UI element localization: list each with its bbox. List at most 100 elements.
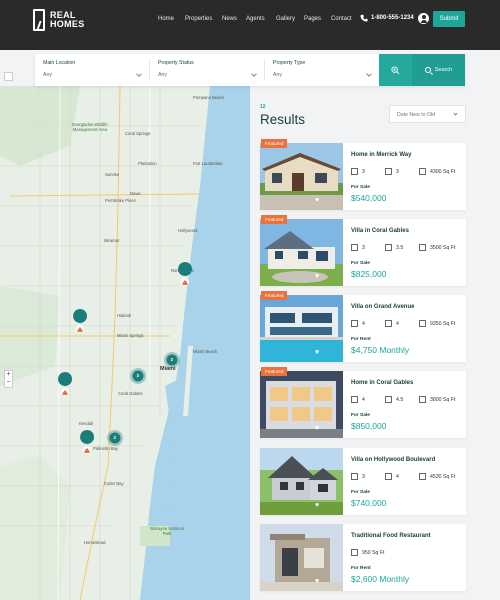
listing-features: 4 4.5 3800 Sq Ft — [351, 396, 461, 406]
listing-title[interactable]: Home in Merrick Way — [351, 152, 411, 158]
phone-icon — [360, 14, 368, 22]
heart-icon[interactable]: ♥ — [315, 578, 322, 585]
area-icon — [419, 244, 426, 251]
zoom-in-button[interactable]: + — [5, 371, 12, 379]
baths-feature: 3 — [385, 168, 399, 175]
nav-home[interactable]: Home — [158, 16, 174, 22]
listing-status: For Sale — [351, 185, 370, 190]
baths-feature: 4 — [385, 473, 399, 480]
heart-icon[interactable]: ♥ — [315, 197, 322, 204]
heart-icon[interactable]: ♥ — [315, 273, 322, 280]
property-type-select[interactable]: Property Type Any — [265, 54, 379, 86]
nav-news[interactable]: News — [222, 16, 237, 22]
results-count: 12 — [260, 104, 266, 110]
property-image[interactable]: ♥ — [260, 524, 343, 591]
baths-value: 4 — [396, 473, 399, 480]
area-icon — [419, 396, 426, 403]
bath-icon — [385, 396, 392, 403]
property-image[interactable]: ♥ — [260, 219, 343, 286]
field-value: Any — [273, 72, 282, 78]
zoom-out-button[interactable]: − — [5, 379, 12, 387]
map-marker-icon[interactable] — [178, 262, 193, 291]
map-marker-icon[interactable] — [73, 309, 88, 338]
area-feature: 4530 Sq Ft — [419, 473, 455, 480]
field-label: Main Location — [43, 60, 76, 66]
property-image[interactable]: ♥ — [260, 371, 343, 438]
nav-contact[interactable]: Contact — [331, 16, 352, 22]
listing-card[interactable]: ♥ Villa on Hollywood Boulevard 3 4 4530 … — [260, 448, 466, 515]
cluster-count[interactable]: 2 — [114, 435, 117, 440]
search-button[interactable]: Search — [412, 54, 465, 86]
listing-features: 950 Sq Ft — [351, 549, 461, 559]
search-form: Main Location Any Property Status Any Pr… — [35, 54, 465, 86]
property-status-select[interactable]: Property Status Any — [150, 54, 264, 86]
sort-select[interactable]: Date New to Old — [389, 105, 466, 123]
property-map[interactable]: Pompano Beach Everglades Wildlife Manage… — [0, 86, 250, 600]
nav-gallery[interactable]: Gallery — [276, 16, 295, 22]
area-value: 3800 Sq Ft — [430, 396, 456, 403]
field-value: Any — [158, 72, 167, 78]
field-label: Property Status — [158, 60, 194, 66]
heart-icon[interactable]: ♥ — [315, 425, 322, 432]
phone-number: 1-800-555-1234 — [371, 15, 414, 21]
submit-property-button[interactable]: Submit — [433, 11, 465, 27]
property-image[interactable]: ♥ — [260, 295, 343, 362]
area-icon — [419, 473, 426, 480]
property-image[interactable]: ♥ — [260, 448, 343, 515]
area-value: 4530 Sq Ft — [430, 473, 456, 480]
baths-feature: 4.5 — [385, 396, 403, 403]
featured-badge: Featured — [261, 367, 288, 376]
area-icon — [419, 320, 426, 327]
beds-value: 3 — [362, 244, 365, 251]
bath-icon — [385, 244, 392, 251]
area-feature: 950 Sq Ft — [351, 549, 385, 556]
heart-icon[interactable]: ♥ — [315, 502, 322, 509]
baths-value: 3.5 — [396, 244, 404, 251]
listing-title[interactable]: Traditional Food Restaurant — [351, 533, 431, 539]
listing-price: $825,000 — [351, 269, 387, 279]
listing-card[interactable]: ♥ Featured Home in Coral Gables 4 4.5 38… — [260, 367, 466, 438]
map-marker-icon[interactable] — [58, 372, 73, 401]
property-image[interactable]: ♥ — [260, 143, 343, 210]
area-feature: 9350 Sq Ft — [419, 320, 455, 327]
area-value: 4300 Sq Ft — [430, 168, 456, 175]
nav-pages[interactable]: Pages — [304, 16, 321, 22]
bed-icon — [351, 320, 358, 327]
listing-status: For Sale — [351, 413, 370, 418]
beds-feature: 3 — [351, 473, 365, 480]
listing-features: 3 3.5 3500 Sq Ft — [351, 244, 461, 254]
listing-title[interactable]: Home in Coral Gables — [351, 380, 413, 386]
listing-card[interactable]: ♥ Featured Villa in Coral Gables 3 3.5 3… — [260, 215, 466, 286]
beds-value: 3 — [362, 168, 365, 175]
results-header: 12 Results — [260, 104, 305, 127]
area-value: 950 Sq Ft — [362, 549, 385, 556]
bed-icon — [351, 473, 358, 480]
nav-agents[interactable]: Agents — [246, 16, 265, 22]
heart-icon[interactable]: ♥ — [315, 349, 322, 356]
listing-card[interactable]: ♥ Featured Villa on Grand Avenue 4 4 935… — [260, 291, 466, 362]
user-icon[interactable] — [418, 13, 429, 24]
bath-icon — [385, 473, 392, 480]
cluster-count[interactable]: 3 — [171, 357, 174, 362]
advanced-search-button[interactable] — [379, 54, 412, 86]
nav-properties[interactable]: Properties — [185, 16, 212, 22]
listing-card[interactable]: ♥ Traditional Food Restaurant 950 Sq Ft … — [260, 524, 466, 591]
listing-features: 3 3 4300 Sq Ft — [351, 168, 461, 178]
cluster-count[interactable]: 3 — [137, 373, 140, 378]
bed-icon — [351, 244, 358, 251]
zoom-control[interactable]: + − — [4, 370, 13, 388]
beds-value: 4 — [362, 396, 365, 403]
listing-card[interactable]: ♥ Featured Home in Merrick Way 3 3 4300 … — [260, 139, 466, 210]
fullscreen-icon[interactable] — [4, 72, 13, 81]
listing-price: $740,000 — [351, 498, 387, 508]
listing-title[interactable]: Villa in Coral Gables — [351, 228, 409, 234]
listing-features: 3 4 4530 Sq Ft — [351, 473, 461, 483]
bath-icon — [385, 168, 392, 175]
listing-title[interactable]: Villa on Grand Avenue — [351, 304, 414, 310]
listing-title[interactable]: Villa on Hollywood Boulevard — [351, 457, 435, 463]
bed-icon — [351, 168, 358, 175]
phone-link[interactable]: 1-800-555-1234 — [360, 14, 414, 22]
map-markers — [58, 262, 193, 459]
map-marker-icon[interactable] — [80, 430, 95, 459]
main-location-select[interactable]: Main Location Any — [35, 54, 149, 86]
